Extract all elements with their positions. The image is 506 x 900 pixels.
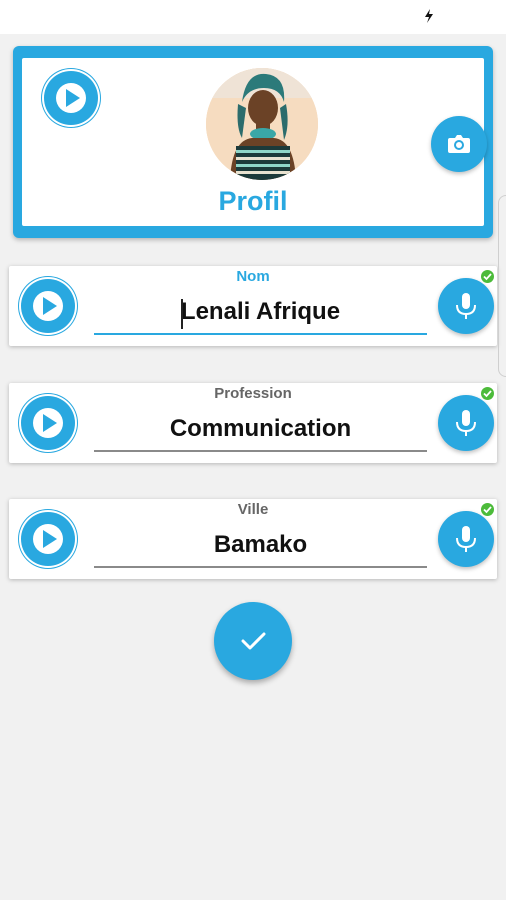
text-cursor (181, 299, 183, 329)
microphone-icon (456, 293, 476, 319)
ville-play-button[interactable] (21, 512, 75, 566)
field-label-ville: Ville (237, 501, 269, 518)
checkmark-icon (241, 632, 266, 650)
camera-icon (448, 135, 470, 153)
profile-photo (206, 68, 318, 180)
camera-button[interactable] (431, 116, 487, 172)
ville-input[interactable]: Bamako (94, 531, 427, 559)
field-card-ville: Ville Bamako (9, 499, 497, 579)
lightning-charge-icon (425, 9, 433, 23)
profile-card: Profil (13, 46, 493, 238)
profession-input-underline (94, 450, 427, 452)
profession-input[interactable]: Communication (94, 415, 427, 443)
check-icon (481, 270, 494, 283)
profession-play-button[interactable] (21, 396, 75, 450)
check-icon (481, 387, 494, 400)
profile-card-inner: Profil (22, 58, 487, 226)
microphone-icon (456, 410, 476, 436)
nom-mic-button[interactable] (438, 278, 494, 334)
profile-title: Profil (218, 186, 288, 216)
nom-play-button[interactable] (21, 279, 75, 333)
field-label-nom: Nom (236, 268, 270, 285)
avatar[interactable] (206, 68, 318, 180)
field-card-profession: Profession Communication (9, 383, 497, 463)
play-icon (33, 291, 63, 321)
ville-mic-button[interactable] (438, 511, 494, 567)
field-card-nom: Nom Lenali Afrique (9, 266, 497, 346)
play-icon (33, 524, 63, 554)
edge-panel-handle[interactable] (498, 195, 506, 377)
play-icon (56, 83, 86, 113)
nom-input-underline (94, 333, 427, 335)
microphone-icon (456, 526, 476, 552)
nom-input[interactable]: Lenali Afrique (94, 298, 427, 326)
field-label-profession: Profession (214, 385, 292, 402)
ville-input-underline (94, 566, 427, 568)
status-bar (0, 0, 506, 34)
play-icon (33, 408, 63, 438)
check-icon (481, 503, 494, 516)
profession-mic-button[interactable] (438, 395, 494, 451)
profile-play-button[interactable] (44, 71, 98, 125)
confirm-button[interactable] (214, 602, 292, 680)
